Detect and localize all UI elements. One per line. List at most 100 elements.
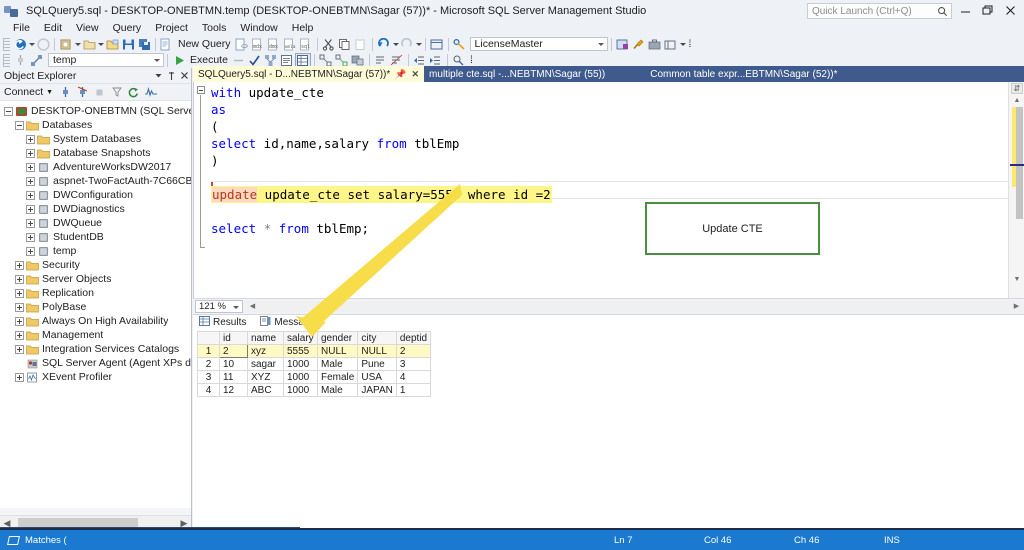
toolbar-overflow[interactable]: ⁞ [686, 38, 695, 50]
license-master-combo[interactable]: LicenseMaster [469, 37, 608, 51]
close-icon[interactable]: ✕ [412, 69, 420, 80]
tree-expander-icon[interactable] [15, 302, 24, 312]
scroll-up-arrow[interactable]: ▲ [1012, 96, 1022, 105]
sql-toolbar-grip[interactable] [3, 53, 10, 67]
tree-node[interactable]: System Databases [0, 132, 191, 146]
tree-node[interactable]: aspnet-TwoFactAuth-7C66CBBA-2875- [0, 174, 191, 188]
table-row[interactable]: 4 12 ABC 1000 Male JAPAN 1 [197, 383, 432, 397]
tree-node[interactable]: AdventureWorksDW2017 [0, 160, 191, 174]
editor-vertical-scrollbar[interactable]: ⇵ ▲ ▼ [1008, 82, 1024, 298]
navigate-forward-button[interactable] [35, 37, 51, 52]
code-line[interactable]: update update_cte set salary=5555 where … [211, 186, 1008, 203]
database-combo[interactable]: temp [48, 53, 164, 67]
tree-expander-icon[interactable] [15, 260, 24, 270]
menu-view[interactable]: View [69, 21, 106, 36]
tree-node[interactable]: Security [0, 258, 191, 272]
tree-node[interactable]: Management [0, 328, 191, 342]
table-row[interactable]: 3 11 XYZ 1000 Female USA 4 [197, 370, 432, 384]
open-file-button[interactable] [81, 37, 97, 52]
tree-node[interactable]: Always On High Availability [0, 314, 191, 328]
menu-query[interactable]: Query [106, 21, 149, 36]
table-cell[interactable]: 1000 [283, 370, 318, 384]
tree-node[interactable]: DWDiagnostics [0, 202, 191, 216]
tree-node[interactable]: PolyBase [0, 300, 191, 314]
tree-expander-icon[interactable] [26, 148, 35, 158]
menu-edit[interactable]: Edit [37, 21, 69, 36]
tab-common-table-expr[interactable]: Common table expr...EBTMN\Sagar (52))* [610, 66, 843, 82]
row-number[interactable]: 1 [197, 344, 220, 358]
table-cell[interactable]: JAPAN [357, 383, 397, 397]
oe-autohide-button[interactable] [165, 69, 178, 82]
redo-button[interactable] [399, 37, 415, 52]
tree-node[interactable]: StudentDB [0, 230, 191, 244]
table-cell[interactable]: 11 [219, 370, 248, 384]
tree-node[interactable]: DWConfiguration [0, 188, 191, 202]
new-analysis-dmx-query-button[interactable]: dmx [266, 37, 282, 52]
execute-button[interactable] [171, 53, 187, 68]
split-view-handle[interactable]: ⇵ [1011, 83, 1023, 94]
table-cell[interactable]: USA [357, 370, 397, 384]
column-header[interactable]: salary [283, 331, 318, 345]
table-cell[interactable]: NULL [357, 344, 397, 358]
tab-multiple-cte[interactable]: multiple cte.sql -...NEBTMN\Sagar (55)) [424, 66, 611, 82]
tree-expander-icon[interactable] [26, 176, 35, 186]
sql-toolbar-overflow[interactable]: ⁞ [467, 54, 476, 66]
oe-connect-icon-button[interactable] [59, 86, 72, 99]
table-cell[interactable]: 3 [395, 357, 432, 371]
table-cell[interactable]: NULL [316, 344, 359, 358]
new-analysis-mdx-query-button[interactable]: mdx [250, 37, 266, 52]
new-sql-query-button[interactable]: sql [298, 37, 314, 52]
tree-expander-icon[interactable] [26, 190, 35, 200]
tree-expander-icon[interactable] [26, 134, 35, 144]
tree-expander-icon[interactable] [26, 218, 35, 228]
table-cell[interactable]: Pune [357, 357, 397, 371]
column-header[interactable]: gender [316, 331, 359, 345]
table-row[interactable]: 2 10 sagar 1000 Male Pune 3 [197, 357, 432, 371]
table-cell[interactable]: Male [316, 357, 359, 371]
row-number[interactable]: 2 [197, 357, 220, 371]
tree-expander-icon[interactable] [15, 344, 24, 354]
tree-node[interactable]: Replication [0, 286, 191, 300]
tree-node[interactable]: Databases [0, 118, 191, 132]
new-analysis-xmla-query-button[interactable]: xmla [282, 37, 298, 52]
undo-button[interactable] [376, 37, 392, 52]
outline-collapse-box[interactable] [197, 86, 205, 94]
table-cell[interactable]: XYZ [247, 370, 284, 384]
toggle-window-button[interactable] [429, 37, 445, 52]
table-cell[interactable]: sagar [247, 357, 284, 371]
redo-caret[interactable] [415, 42, 422, 46]
tree-node[interactable]: SQL Server Agent (Agent XPs disabled) [0, 356, 191, 370]
table-cell[interactable]: 4 [395, 370, 432, 384]
editor-horizontal-scrollbar[interactable]: ◀ ▶ [247, 301, 1022, 312]
code-line[interactable]: as [211, 101, 1008, 118]
menu-project[interactable]: Project [148, 21, 195, 36]
scroll-down-arrow[interactable]: ▼ [1012, 275, 1022, 284]
scroll-right-arrow[interactable]: ▶ [1011, 301, 1022, 312]
vscroll-thumb[interactable] [1016, 107, 1023, 219]
oe-activity-monitor-button[interactable] [144, 86, 157, 99]
new-query-label[interactable]: New Query [175, 38, 234, 50]
table-cell[interactable]: 2 [219, 344, 248, 358]
maximize-button[interactable] [976, 2, 998, 19]
tree-node[interactable]: DESKTOP-ONEBTMN (SQL Server 14.0.2027.2 … [0, 104, 191, 118]
oe-refresh-button[interactable] [127, 86, 140, 99]
code-line[interactable]: with update_cte [211, 84, 1008, 101]
minimize-button[interactable] [954, 2, 976, 19]
grid-corner-cell[interactable] [197, 331, 220, 345]
oe-disconnect-icon-button[interactable] [76, 86, 89, 99]
license-key-icon-button[interactable] [452, 37, 468, 52]
table-row[interactable]: 1 2 xyz 5555 NULL NULL 2 [197, 344, 432, 358]
tree-expander-icon[interactable] [15, 274, 24, 284]
new-database-engine-query-button[interactable] [234, 37, 250, 52]
save-button[interactable] [120, 37, 136, 52]
oe-close-button[interactable] [178, 69, 191, 82]
sql-code-editor[interactable]: with update_cte as(select id,name,salary … [193, 82, 1024, 298]
table-cell[interactable]: 1000 [283, 357, 318, 371]
tree-expander-icon[interactable] [15, 120, 24, 130]
taskbar-item-matches[interactable]: Matches ( [0, 535, 67, 546]
table-cell[interactable]: xyz [247, 344, 284, 358]
disconnect-button[interactable] [28, 53, 44, 68]
code-text[interactable]: with update_cte as(select id,name,salary … [211, 84, 1008, 298]
code-line[interactable]: ( [211, 118, 1008, 135]
menu-window[interactable]: Window [233, 21, 284, 36]
